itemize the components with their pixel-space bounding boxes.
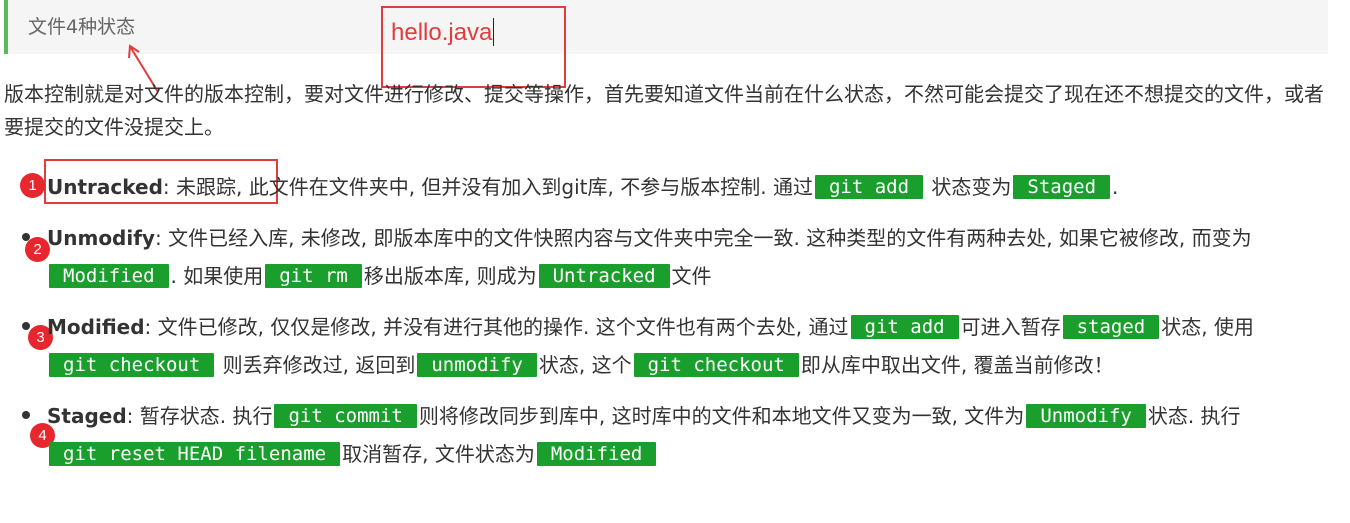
item-text: . xyxy=(1112,175,1119,199)
item-text: 可进入暂存 xyxy=(960,315,1061,339)
item-text: : 暂存状态. 执行 xyxy=(126,404,273,428)
item-text: 则将修改同步到库中, 这时库中的文件和本地文件又变为一致, 文件为 xyxy=(418,404,1025,428)
code-chip: Modified xyxy=(49,264,169,288)
bullet xyxy=(22,322,30,330)
code-chip: git rm xyxy=(265,264,362,288)
item-text: 即从库中取出文件, 覆盖当前修改！ xyxy=(800,353,1114,377)
code-chip: git checkout xyxy=(49,353,215,377)
code-chip: git add xyxy=(850,315,959,339)
term-label: Modified xyxy=(47,315,145,339)
annotation-box: hello.java xyxy=(381,6,566,88)
item-text: 状态变为 xyxy=(925,175,1012,199)
code-chip: git commit xyxy=(274,404,417,428)
item-text: 文件 xyxy=(671,264,712,288)
item-text: 状态. 执行 xyxy=(1147,404,1241,428)
code-chip: Unmodify xyxy=(1026,404,1146,428)
term-label: Staged xyxy=(47,404,127,428)
annotation-text: hello.java xyxy=(391,18,495,46)
list-item-untracked: Untracked: 未跟踪, 此文件在文件夹中, 但并没有加入到git库, 不… xyxy=(47,168,1327,206)
term-label: Unmodify xyxy=(47,226,155,250)
text-caret xyxy=(493,18,495,46)
item-text: 则丢弃修改过, 返回到 xyxy=(216,353,416,377)
term-label: Untracked xyxy=(47,175,163,199)
bullet xyxy=(22,411,30,419)
list-item-modified: Modified: 文件已修改, 仅仅是修改, 并没有进行其他的操作. 这个文件… xyxy=(47,308,1327,384)
code-chip: Modified xyxy=(536,442,657,466)
code-chip: unmodify xyxy=(417,353,537,377)
item-text: : 文件已修改, 仅仅是修改, 并没有进行其他的操作. 这个文件也有两个去处, … xyxy=(144,315,849,339)
intro-paragraph: 版本控制就是对文件的版本控制，要对文件进行修改、提交等操作，首先要知道文件当前在… xyxy=(4,82,1324,139)
code-chip: git add xyxy=(814,175,924,199)
code-chip: staged xyxy=(1062,315,1160,339)
step-marker-1: 1 xyxy=(20,173,45,198)
code-chip: git checkout xyxy=(633,353,799,377)
list-item-staged: Staged: 暂存状态. 执行 git commit 则将修改同步到库中, 这时库… xyxy=(47,397,1327,473)
code-chip: Staged xyxy=(1013,175,1111,199)
item-text: 状态, 使用 xyxy=(1161,315,1254,339)
item-text: 取消暂存, 文件状态为 xyxy=(342,442,535,466)
code-chip: Untracked xyxy=(538,264,670,288)
item-text: : 文件已经入库, 未修改, 即版本库中的文件快照内容与文件夹中完全一致. 这种… xyxy=(154,226,1252,250)
list-item-unmodify: Unmodify: 文件已经入库, 未修改, 即版本库中的文件快照内容与文件夹中… xyxy=(47,219,1327,295)
item-text: 状态, 这个 xyxy=(538,353,632,377)
item-text: . 如果使用 xyxy=(170,264,264,288)
item-text: : 未跟踪, 此文件在文件夹中, 但并没有加入到git库, 不参与版本控制. 通… xyxy=(162,175,813,199)
code-chip: git reset HEAD filename xyxy=(49,442,341,466)
item-text: 移出版本库, 则成为 xyxy=(363,264,537,288)
